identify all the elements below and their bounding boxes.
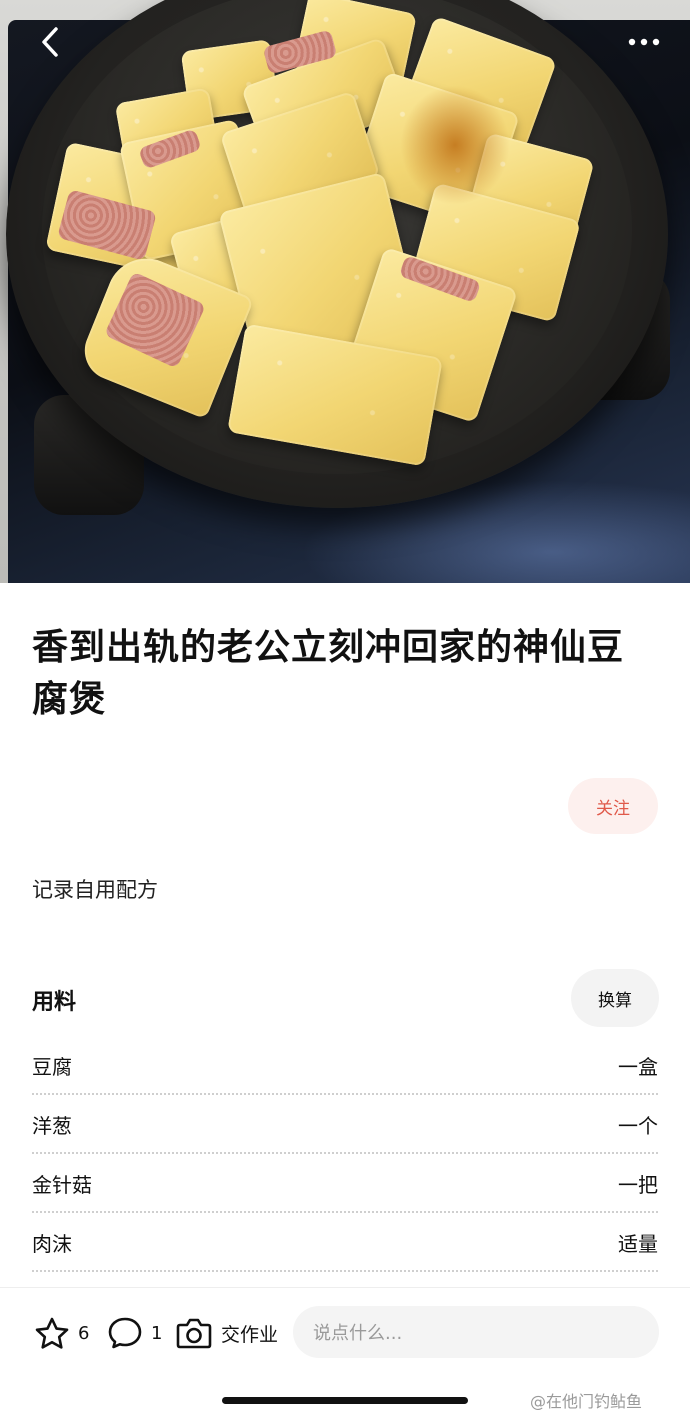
ingredient-row: 洋葱 一个 bbox=[32, 1095, 658, 1154]
ingredient-amount: 适量 bbox=[618, 1232, 658, 1256]
star-icon bbox=[35, 1317, 69, 1349]
ingredient-name: 金针菇 bbox=[32, 1173, 92, 1197]
recipe-title: 香到出轨的老公立刻冲回家的神仙豆腐煲 bbox=[32, 627, 625, 720]
ingredients-heading: 用料 bbox=[32, 990, 77, 1015]
weibo-watermark: @在他门钓鲇鱼 bbox=[530, 1392, 643, 1411]
ingredient-list: 豆腐 一盒 洋葱 一个 金针菇 一把 肉沫 适量 bbox=[32, 1036, 658, 1272]
recipe-hero-photo bbox=[0, 0, 690, 583]
ingredient-amount: 一盒 bbox=[618, 1055, 658, 1079]
favorite-button[interactable]: 6 bbox=[34, 1288, 89, 1378]
comment-input[interactable]: 说点什么... bbox=[293, 1306, 659, 1358]
ingredient-name: 豆腐 bbox=[32, 1055, 72, 1079]
convert-units-button[interactable]: 换算 bbox=[571, 969, 659, 1027]
more-options-button[interactable] bbox=[622, 20, 666, 64]
comment-count: 1 bbox=[151, 1322, 163, 1344]
submit-homework-button[interactable]: 交作业 bbox=[175, 1288, 278, 1378]
comment-bubble-icon bbox=[108, 1317, 142, 1349]
ingredient-name: 肉沫 bbox=[32, 1232, 72, 1256]
ingredient-row: 肉沫 适量 bbox=[32, 1213, 658, 1272]
bottom-action-bar: 6 1 交作业 说点什么... bbox=[0, 1287, 690, 1378]
favorite-count: 6 bbox=[78, 1322, 90, 1344]
ingredient-amount: 一把 bbox=[618, 1173, 658, 1197]
sauce-stain bbox=[400, 85, 510, 205]
recipe-description: 记录自用配方 bbox=[32, 878, 158, 902]
follow-button[interactable]: 关注 bbox=[568, 778, 658, 834]
comment-button[interactable]: 1 bbox=[107, 1288, 162, 1378]
home-indicator[interactable] bbox=[222, 1397, 468, 1404]
ingredient-name: 洋葱 bbox=[32, 1114, 72, 1138]
chevron-left-icon bbox=[42, 27, 58, 57]
camera-icon bbox=[176, 1318, 212, 1349]
homework-label: 交作业 bbox=[221, 1323, 279, 1346]
more-dots-icon bbox=[628, 38, 660, 46]
ingredient-row: 金针菇 一把 bbox=[32, 1154, 658, 1213]
ingredient-amount: 一个 bbox=[618, 1114, 658, 1138]
ingredient-row: 豆腐 一盒 bbox=[32, 1036, 658, 1095]
back-button[interactable] bbox=[28, 20, 72, 64]
